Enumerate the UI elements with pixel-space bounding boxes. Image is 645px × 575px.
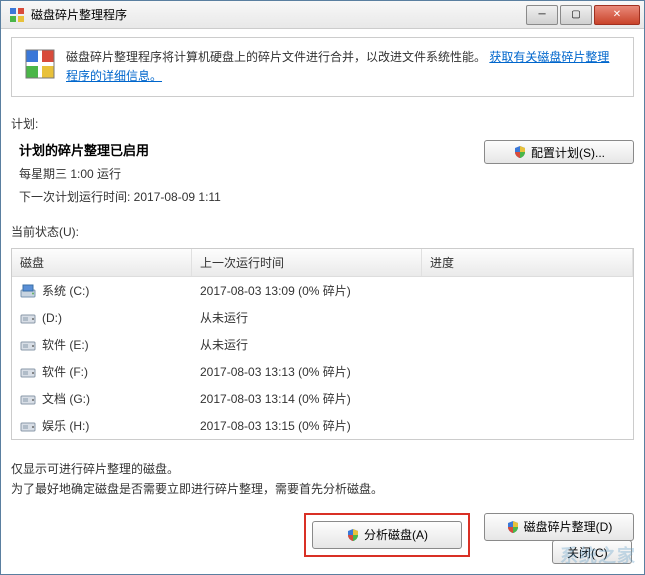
disk-name: (D:) [42, 311, 62, 325]
titlebar[interactable]: 磁盘碎片整理程序 ─ ▢ ✕ [1, 1, 644, 29]
defrag-disk-button[interactable]: 磁盘碎片整理(D) [484, 513, 634, 541]
schedule-row: 计划的碎片整理已启用 每星期三 1:00 运行 下一次计划运行时间: 2017-… [19, 140, 634, 205]
disk-name: 娱乐 (H:) [42, 417, 89, 434]
schedule-enabled-title: 计划的碎片整理已启用 [19, 140, 221, 159]
shield-icon [346, 528, 360, 542]
table-header: 磁盘 上一次运行时间 进度 [12, 249, 633, 277]
drive-icon [20, 338, 36, 352]
next-run-label: 下一次计划运行时间: [19, 190, 134, 204]
configure-schedule-button[interactable]: 配置计划(S)... [484, 140, 634, 164]
last-run: 2017-08-03 13:14 (0% 碎片) [200, 390, 351, 407]
schedule-label: 计划: [11, 115, 634, 132]
hint-line1: 仅显示可进行碎片整理的磁盘。 [11, 460, 634, 479]
disk-name: 软件 (F:) [42, 363, 88, 380]
window-title: 磁盘碎片整理程序 [31, 6, 526, 23]
minimize-button[interactable]: ─ [526, 5, 558, 25]
table-row[interactable]: (D:) 从未运行 [12, 304, 633, 331]
shield-icon [506, 520, 520, 534]
last-run: 从未运行 [200, 336, 248, 353]
table-row[interactable]: 软件 (E:) 从未运行 [12, 331, 633, 358]
schedule-frequency: 每星期三 1:00 运行 [19, 165, 221, 182]
table-body: 系统 (C:)2017-08-03 13:09 (0% 碎片)(D:)从未运行软… [12, 277, 633, 439]
defrag-app-icon [9, 7, 25, 23]
table-row[interactable]: 系统 (C:) 2017-08-03 13:09 (0% 碎片) [12, 277, 633, 304]
table-row[interactable]: 文档 (G:) 2017-08-03 13:14 (0% 碎片) [12, 385, 633, 412]
disk-name: 软件 (E:) [42, 336, 89, 353]
drive-icon [20, 392, 36, 406]
close-button[interactable]: 关闭(C) [552, 540, 632, 564]
schedule-next-run: 下一次计划运行时间: 2017-08-09 1:11 [19, 188, 221, 205]
disk-table: 磁盘 上一次运行时间 进度 系统 (C:) 2017-08-03 13:09 (0… [11, 248, 634, 440]
close-window-button[interactable]: ✕ [594, 5, 640, 25]
window-root: 磁盘碎片整理程序 ─ ▢ ✕ 磁盘碎片整理程序将计算机硬盘上的碎片文件进行合并，… [0, 0, 645, 575]
maximize-button[interactable]: ▢ [560, 5, 592, 25]
defrag-large-icon [24, 48, 56, 80]
drive-icon [20, 365, 36, 379]
last-run: 2017-08-03 13:13 (0% 碎片) [200, 363, 351, 380]
last-run: 2017-08-03 13:09 (0% 碎片) [200, 282, 351, 299]
analyze-label: 分析磁盘(A) [364, 526, 428, 543]
status-label: 当前状态(U): [11, 223, 634, 240]
system-drive-icon [20, 284, 36, 298]
disk-name: 系统 (C:) [42, 282, 89, 299]
footer: 关闭(C) [552, 540, 632, 564]
content-area: 磁盘碎片整理程序将计算机硬盘上的碎片文件进行合并，以改进文件系统性能。 获取有关… [1, 29, 644, 565]
close-label: 关闭(C) [567, 544, 608, 561]
configure-schedule-label: 配置计划(S)... [531, 144, 605, 161]
action-buttons: 分析磁盘(A) 磁盘碎片整理(D) [11, 513, 634, 557]
column-progress[interactable]: 进度 [422, 249, 633, 276]
table-row[interactable]: 娱乐 (H:) 2017-08-03 13:15 (0% 碎片) [12, 412, 633, 439]
drive-icon [20, 311, 36, 325]
analyze-highlight: 分析磁盘(A) [304, 513, 470, 557]
info-description: 磁盘碎片整理程序将计算机硬盘上的碎片文件进行合并，以改进文件系统性能。 [66, 50, 486, 64]
column-disk[interactable]: 磁盘 [12, 249, 192, 276]
schedule-info: 计划的碎片整理已启用 每星期三 1:00 运行 下一次计划运行时间: 2017-… [19, 140, 221, 205]
next-run-time: 2017-08-09 1:11 [134, 190, 221, 204]
disk-name: 文档 (G:) [42, 390, 90, 407]
hint-text: 仅显示可进行碎片整理的磁盘。 为了最好地确定磁盘是否需要立即进行碎片整理，需要首… [11, 460, 634, 498]
hint-line2: 为了最好地确定磁盘是否需要立即进行碎片整理，需要首先分析磁盘。 [11, 480, 634, 499]
table-row[interactable]: 软件 (F:) 2017-08-03 13:13 (0% 碎片) [12, 358, 633, 385]
last-run: 2017-08-03 13:15 (0% 碎片) [200, 417, 351, 434]
drive-icon [20, 419, 36, 433]
defrag-label: 磁盘碎片整理(D) [524, 518, 613, 535]
shield-icon [513, 145, 527, 159]
column-last-run[interactable]: 上一次运行时间 [192, 249, 422, 276]
window-buttons: ─ ▢ ✕ [526, 5, 640, 25]
analyze-disk-button[interactable]: 分析磁盘(A) [312, 521, 462, 549]
last-run: 从未运行 [200, 309, 248, 326]
info-banner: 磁盘碎片整理程序将计算机硬盘上的碎片文件进行合并，以改进文件系统性能。 获取有关… [11, 37, 634, 97]
info-text: 磁盘碎片整理程序将计算机硬盘上的碎片文件进行合并，以改进文件系统性能。 获取有关… [66, 48, 621, 86]
